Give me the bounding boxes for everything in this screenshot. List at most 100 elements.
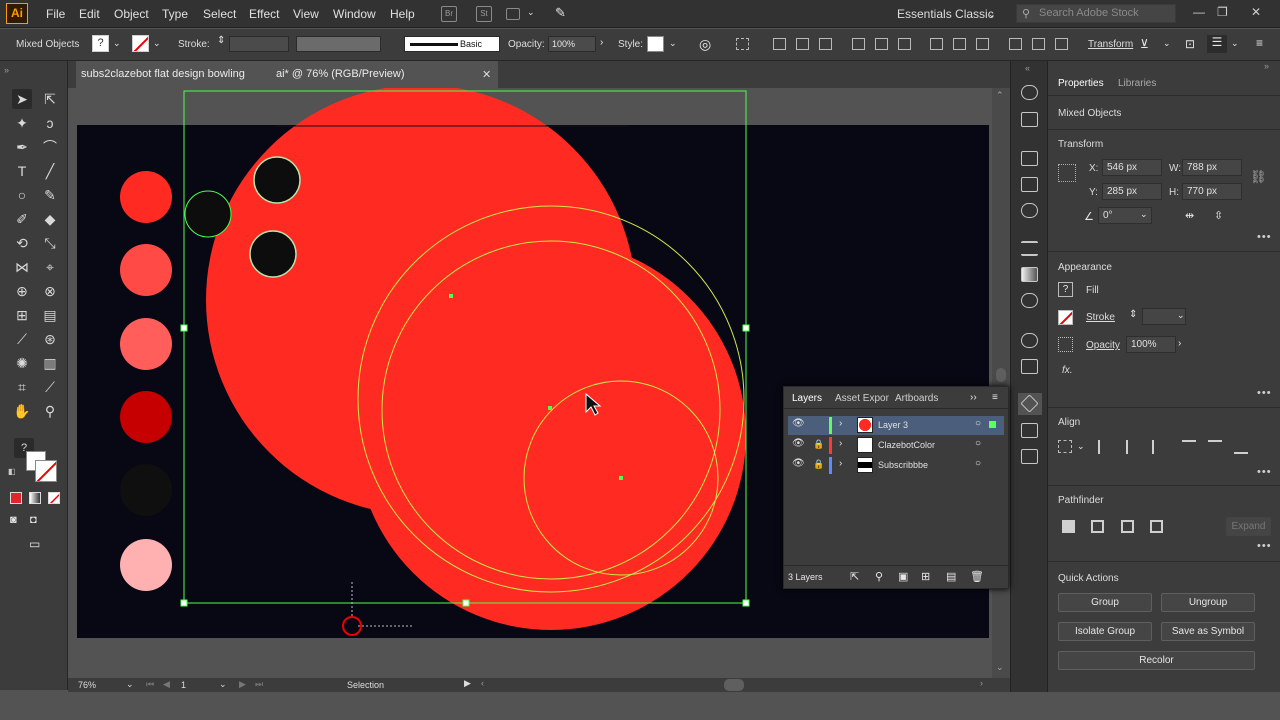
stroke-link[interactable]: Stroke bbox=[1086, 312, 1115, 323]
selection-tool-icon[interactable]: ➤ bbox=[12, 89, 32, 109]
expand-layer-icon[interactable]: › bbox=[839, 458, 842, 469]
menu-select[interactable]: Select bbox=[203, 7, 236, 21]
collapse-toolbar-icon[interactable]: » bbox=[4, 65, 9, 75]
pathfinder-exclude-icon[interactable] bbox=[1150, 520, 1163, 533]
menu-file[interactable]: File bbox=[46, 7, 65, 21]
shape-builder-tool-icon[interactable]: ⊕ bbox=[12, 281, 32, 301]
artwork-layer[interactable] bbox=[68, 88, 992, 678]
bbox-handle-bottom-left[interactable] bbox=[180, 599, 188, 607]
menu-type[interactable]: Type bbox=[162, 7, 188, 21]
distribute-right-icon[interactable] bbox=[1055, 38, 1068, 50]
constrain-proportions-icon[interactable]: ⛓ bbox=[1250, 169, 1267, 185]
x-field[interactable]: 546 px bbox=[1102, 159, 1162, 176]
stroke-swatch[interactable] bbox=[132, 35, 149, 52]
gradient-panel-icon[interactable] bbox=[1021, 267, 1038, 282]
menu-object[interactable]: Object bbox=[114, 7, 149, 21]
canvas-area[interactable] bbox=[68, 88, 992, 678]
color-swatch-circle[interactable] bbox=[120, 171, 172, 223]
pathfinder-minus-front-icon[interactable] bbox=[1091, 520, 1104, 533]
finger-hole-1[interactable] bbox=[253, 156, 301, 204]
align-to-icon[interactable] bbox=[1058, 440, 1072, 453]
stock-search-input[interactable]: Search Adobe Stock bbox=[1016, 4, 1176, 23]
draw-normal-icon[interactable]: ◙ bbox=[10, 514, 17, 526]
fill-swatch[interactable]: ? bbox=[92, 35, 109, 52]
color-swatch-circle[interactable] bbox=[120, 464, 172, 516]
scroll-up-icon[interactable]: ⌃ bbox=[996, 90, 1004, 101]
layers-menu-icon[interactable]: ≡ bbox=[992, 392, 998, 403]
chevron-down-icon[interactable]: ⌄ bbox=[527, 7, 535, 18]
bridge-icon[interactable]: Br bbox=[441, 6, 457, 22]
menu-edit[interactable]: Edit bbox=[79, 7, 100, 21]
paintbrush-tool-icon[interactable]: ✎ bbox=[40, 185, 60, 205]
horizontal-scroll-thumb[interactable] bbox=[724, 679, 744, 691]
asset-export-icon[interactable] bbox=[1021, 423, 1038, 438]
pathfinder-unite-icon[interactable] bbox=[1062, 520, 1075, 533]
distribute-bottom-icon[interactable] bbox=[976, 38, 989, 50]
hand-tool-icon[interactable]: ✋ bbox=[12, 401, 32, 421]
finger-hole-2[interactable] bbox=[249, 230, 297, 278]
layer-row[interactable]: 👁 🔒 › Subscribbbe ○ bbox=[788, 456, 1004, 475]
align-bottom-icon[interactable] bbox=[1234, 440, 1248, 454]
live-paint-tool-icon[interactable]: ⊗ bbox=[40, 281, 60, 301]
target-icon[interactable]: ○ bbox=[975, 438, 981, 449]
bbox-handle-left[interactable] bbox=[180, 324, 188, 332]
stroke-panel-icon[interactable] bbox=[1021, 241, 1038, 256]
bbox-handle-right[interactable] bbox=[742, 324, 750, 332]
opacity-arrow-icon[interactable]: › bbox=[1178, 338, 1181, 349]
lasso-tool-icon[interactable]: ↄ bbox=[40, 113, 60, 133]
artboard-number[interactable]: 1 bbox=[181, 680, 186, 690]
expand-layer-icon[interactable]: › bbox=[839, 418, 842, 429]
menu-window[interactable]: Window bbox=[333, 7, 376, 21]
lock-icon[interactable]: 🔒 bbox=[813, 439, 824, 450]
collapse-panels-icon[interactable]: « bbox=[1025, 63, 1030, 73]
transform-link[interactable]: Transform bbox=[1088, 39, 1133, 50]
delete-layer-icon[interactable]: 🗑 bbox=[970, 570, 984, 583]
color-swatch-circle[interactable] bbox=[120, 244, 172, 296]
artboards-panel-icon[interactable] bbox=[1021, 449, 1038, 464]
align-top-icon[interactable] bbox=[1182, 440, 1196, 454]
isolate-group-button[interactable]: Isolate Group bbox=[1058, 622, 1152, 641]
reference-point-icon[interactable] bbox=[1058, 164, 1076, 182]
width-tool-icon[interactable]: ⋈ bbox=[12, 257, 32, 277]
align-bottom-icon[interactable] bbox=[898, 38, 911, 50]
recolor-button[interactable]: Recolor bbox=[1058, 651, 1255, 670]
stock-icon[interactable]: St bbox=[476, 6, 492, 22]
fill-dropdown-icon[interactable]: ⌄ bbox=[113, 38, 121, 49]
transparency-panel-icon[interactable] bbox=[1021, 293, 1038, 308]
visibility-eye-icon[interactable]: 👁 bbox=[792, 438, 805, 449]
workspace-chevron-icon[interactable]: ⌄ bbox=[988, 9, 996, 20]
collapse-properties-icon[interactable]: » bbox=[1264, 61, 1269, 71]
color-guide-icon[interactable] bbox=[1021, 112, 1038, 127]
direct-selection-tool-icon[interactable]: ⇱ bbox=[40, 89, 60, 109]
magic-wand-tool-icon[interactable]: ✦ bbox=[12, 113, 32, 133]
line-tool-icon[interactable]: ╱ bbox=[40, 161, 60, 181]
y-field[interactable]: 285 px bbox=[1102, 183, 1162, 200]
pathfinder-expand-button[interactable]: Expand bbox=[1226, 517, 1271, 536]
align-right-icon[interactable] bbox=[1152, 440, 1166, 454]
ungroup-button[interactable]: Ungroup bbox=[1161, 593, 1255, 612]
blend-tool-icon[interactable]: ⊛ bbox=[40, 329, 60, 349]
bbox-handle-bottom[interactable] bbox=[462, 599, 470, 607]
align-to-dropdown-icon[interactable]: ⌄ bbox=[1077, 441, 1085, 452]
scroll-left-icon[interactable]: ‹ bbox=[481, 678, 484, 688]
effects-button[interactable]: fx. bbox=[1062, 365, 1073, 376]
color-swatch-circle[interactable] bbox=[120, 318, 172, 370]
draw-behind-icon[interactable]: ◘ bbox=[30, 514, 37, 526]
more-transform-icon[interactable]: ••• bbox=[1257, 231, 1272, 243]
tab-artboards[interactable]: Artboards bbox=[895, 393, 938, 404]
opacity-input[interactable]: 100% bbox=[1126, 336, 1176, 353]
bbox-handle-bottom-right[interactable] bbox=[742, 599, 750, 607]
none-mode-icon[interactable] bbox=[48, 492, 60, 504]
align-to-selection-icon[interactable] bbox=[736, 38, 749, 50]
graphic-style-swatch[interactable] bbox=[647, 36, 664, 52]
zoom-dropdown-icon[interactable]: ⌄ bbox=[126, 679, 134, 690]
scroll-thumb[interactable] bbox=[996, 368, 1006, 382]
previous-artboard-icon[interactable]: ◀ bbox=[163, 679, 170, 690]
h-field[interactable]: 770 px bbox=[1182, 183, 1242, 200]
layer-row[interactable]: 👁 › Layer 3 ○ bbox=[788, 416, 1004, 435]
reflect-icon[interactable]: ⊻ bbox=[1140, 37, 1149, 51]
stroke-none-swatch[interactable] bbox=[1058, 310, 1073, 325]
vertical-scrollbar[interactable]: ⌃ ⌄ bbox=[992, 88, 1010, 678]
screen-mode-icon[interactable]: ▭ bbox=[29, 537, 40, 551]
minimize-icon[interactable]: — bbox=[1193, 5, 1205, 19]
